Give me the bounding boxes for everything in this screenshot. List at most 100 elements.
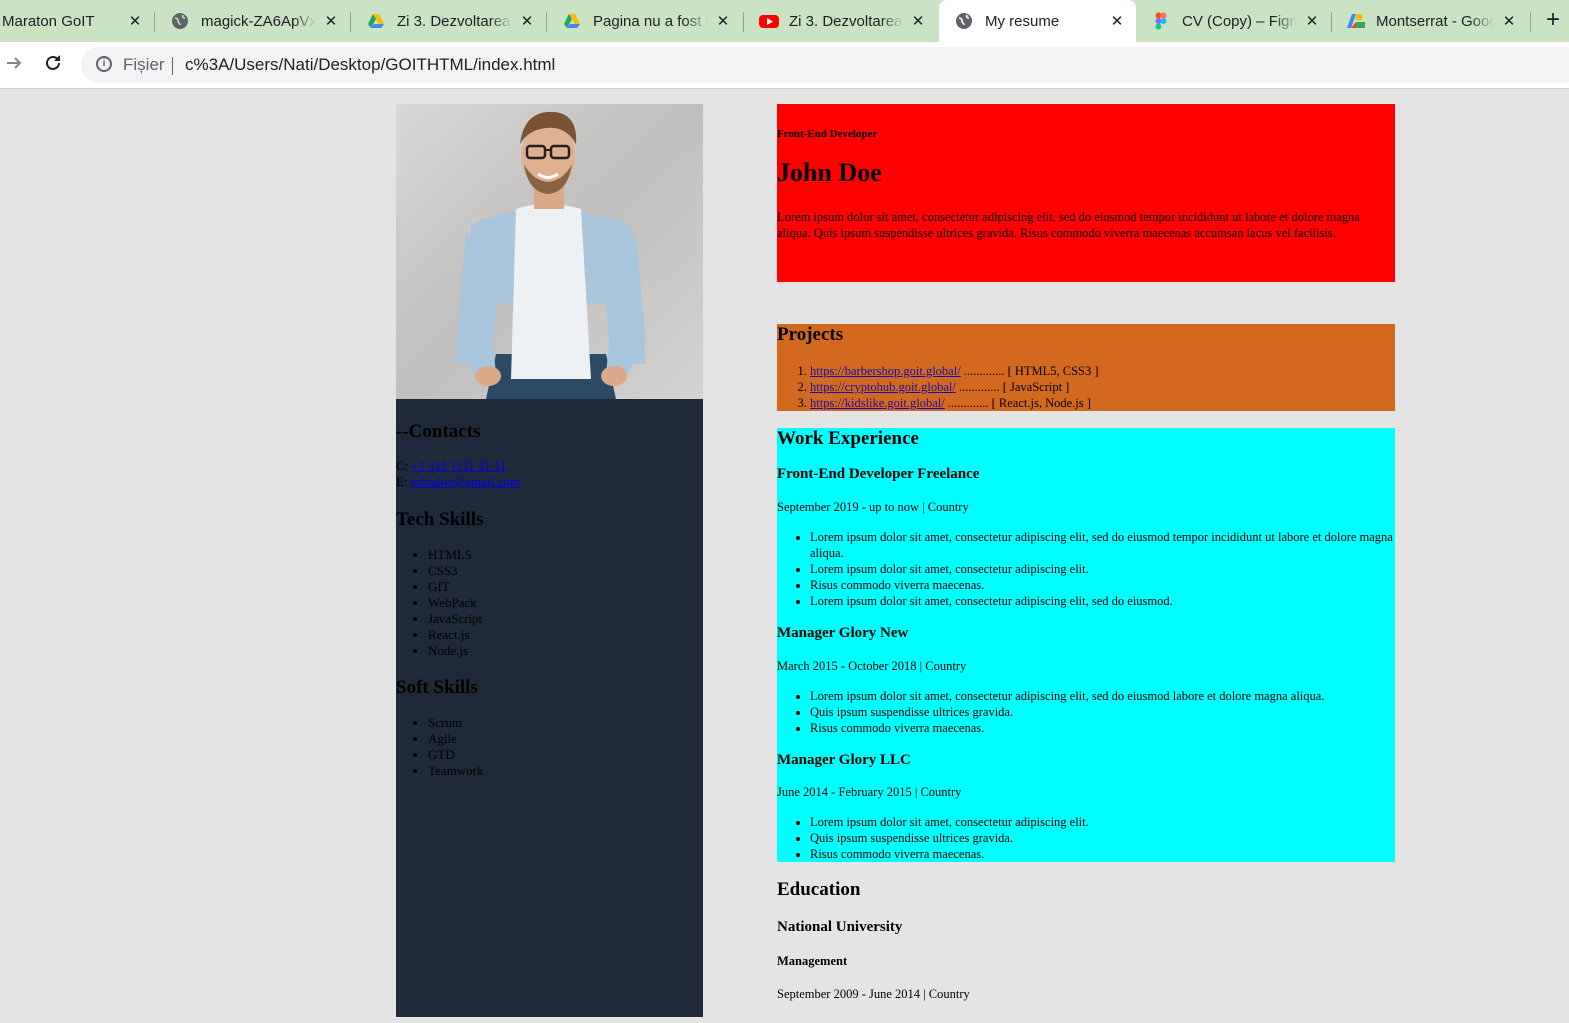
duty-item: Lorem ipsum dolor sit amet, consectetur … xyxy=(810,814,1395,830)
close-tab-icon[interactable]: ✕ xyxy=(909,12,927,30)
project-tech: [ React.js, Node.js ] xyxy=(991,396,1091,410)
figma-icon xyxy=(1152,12,1170,30)
field-of-study: Management xyxy=(777,954,848,968)
tab-my-resume[interactable]: My resume ✕ xyxy=(939,0,1136,42)
skill-item: Scrum xyxy=(428,715,483,731)
tab-montserrat-google-fonts[interactable]: Montserrat - Google Fonts ✕ xyxy=(1332,0,1528,42)
email-line: E: johndoe@gmail.com xyxy=(396,474,520,490)
contacts-panel: --Contacts C: +1 111 1111 11 11 E: johnd… xyxy=(396,399,703,1017)
projects-heading: Projects xyxy=(777,324,844,345)
projects-section: Projects https://barbershop.goit.global/… xyxy=(777,324,1395,411)
close-tab-icon[interactable]: ✕ xyxy=(1500,12,1518,30)
project-dots: ............. xyxy=(955,380,1003,394)
tech-skills-heading: Tech Skills xyxy=(396,509,484,530)
tab-zi3-youtube[interactable]: Zi 3. Dezvoltarea ✕ xyxy=(744,0,937,42)
tab-divider xyxy=(1530,12,1531,32)
globe-icon xyxy=(171,12,189,30)
skill-item: Agile xyxy=(428,731,483,747)
work-heading: Work Experience xyxy=(777,428,919,449)
hero-section: Front-End Developer John Doe Lorem ipsum… xyxy=(777,104,1395,282)
skill-item: GIT xyxy=(428,579,482,595)
security-label[interactable]: Fișier xyxy=(123,55,165,75)
tab-title: Montserrat - Google Fonts xyxy=(1376,12,1494,30)
soft-skills-heading: Soft Skills xyxy=(396,677,478,698)
duty-item: Risus commodo viverra maecenas. xyxy=(810,720,1395,736)
duty-item: Lorem ipsum dolor sit amet, consectetur … xyxy=(810,688,1395,704)
skill-item: Node.js xyxy=(428,643,482,659)
tab-title: Zi 3. Dezvoltarea xyxy=(397,12,511,30)
tab-page-not-found[interactable]: Pagina nu a fost găsită ✕ xyxy=(547,0,742,42)
email-link[interactable]: johndoe@gmail.com xyxy=(411,474,520,489)
job-role: Manager Glory LLC xyxy=(777,752,911,768)
phone-link[interactable]: +1 111 1111 11 11 xyxy=(412,458,507,473)
skill-item: CSS3 xyxy=(428,563,482,579)
resume-page: --Contacts C: +1 111 1111 11 11 E: johnd… xyxy=(0,89,1569,1023)
tab-title: Zi 3. Dezvoltarea xyxy=(789,12,903,30)
forward-arrow-icon[interactable] xyxy=(4,53,24,79)
project-dots: ............. xyxy=(960,364,1008,378)
close-tab-icon[interactable]: ✕ xyxy=(1303,12,1321,30)
education-period: September 2009 - June 2014 | Country xyxy=(777,987,970,1001)
tab-zi3-drive[interactable]: Zi 3. Dezvoltarea ✕ xyxy=(351,0,546,42)
job-period: June 2014 - February 2015 | Country xyxy=(777,785,962,799)
project-tech: [ HTML5, CSS3 ] xyxy=(1007,364,1099,378)
job-duties: Lorem ipsum dolor sit amet, consectetur … xyxy=(777,814,1395,862)
tab-title: My resume xyxy=(985,12,1060,30)
education-heading: Education xyxy=(777,879,861,900)
person-name: John Doe xyxy=(777,158,882,187)
job-period: September 2019 - up to now | Country xyxy=(777,500,969,514)
project-link[interactable]: https://kidslike.goit.global/ xyxy=(810,396,945,410)
skill-item: Teamwork xyxy=(428,763,483,779)
new-tab-button[interactable]: + xyxy=(1546,8,1560,32)
skill-item: WebPack xyxy=(428,595,482,611)
project-tech: [ JavaScript ] xyxy=(1002,380,1070,394)
project-dots: ............. xyxy=(944,396,992,410)
duty-item: Quis ipsum suspendisse ultrices gravida. xyxy=(810,704,1395,720)
tab-title: Maraton GoIT xyxy=(2,12,95,30)
soft-skills-list: Scrum Agile GTD Teamwork xyxy=(396,715,483,779)
skill-item: GTD xyxy=(428,747,483,763)
tab-strip: Maraton GoIT ✕ magick-ZA6ApVxI ✕ Zi 3. D… xyxy=(0,0,1569,42)
tab-cv-figma[interactable]: CV (Copy) – Figma ✕ xyxy=(1136,0,1331,42)
skill-item: React.js xyxy=(428,627,482,643)
duty-item: Lorem ipsum dolor sit amet, consectetur … xyxy=(810,561,1395,577)
skill-item: JavaScript xyxy=(428,611,482,627)
sidebar: --Contacts C: +1 111 1111 11 11 E: johnd… xyxy=(396,104,703,1017)
reload-icon[interactable] xyxy=(43,53,63,79)
info-icon[interactable]: i xyxy=(96,56,112,72)
phone-line: C: +1 111 1111 11 11 xyxy=(396,458,507,474)
project-item: https://kidslike.goit.global/ ..........… xyxy=(810,395,1099,411)
email-prefix: E: xyxy=(396,474,408,489)
job-period: March 2015 - October 2018 | Country xyxy=(777,659,967,673)
about-text: Lorem ipsum dolor sit amet, consectetur … xyxy=(777,210,1360,240)
tab-title: magick-ZA6ApVxI xyxy=(201,12,316,30)
projects-list: https://barbershop.goit.global/ ........… xyxy=(777,363,1099,411)
globe-icon xyxy=(955,12,973,30)
close-tab-icon[interactable]: ✕ xyxy=(518,12,536,30)
project-link[interactable]: https://barbershop.goit.global/ xyxy=(810,364,961,378)
google-fonts-icon xyxy=(1346,12,1365,30)
tab-maraton-goit[interactable]: Maraton GoIT ✕ xyxy=(0,0,154,42)
close-tab-icon[interactable]: ✕ xyxy=(126,12,144,30)
job-duties: Lorem ipsum dolor sit amet, consectetur … xyxy=(777,688,1395,736)
job-title: Front-End Developer xyxy=(777,128,878,140)
duty-item: Risus commodo viverra maecenas. xyxy=(810,846,1395,862)
tab-title: Pagina nu a fost găsită xyxy=(593,12,708,30)
project-item: https://cryptohub.goit.global/ .........… xyxy=(810,379,1099,395)
close-tab-icon[interactable]: ✕ xyxy=(1108,12,1126,30)
close-tab-icon[interactable]: ✕ xyxy=(322,12,340,30)
google-drive-icon xyxy=(563,12,581,30)
url-text[interactable]: c%3A/Users/Nati/Desktop/GOITHTML/index.h… xyxy=(185,55,555,75)
school-name: National University xyxy=(777,919,903,935)
tech-skills-list: HTML5 CSS3 GIT WebPack JavaScript React.… xyxy=(396,547,482,659)
project-item: https://barbershop.goit.global/ ........… xyxy=(810,363,1099,379)
youtube-icon xyxy=(759,12,779,30)
address-divider xyxy=(172,57,173,75)
tab-title: CV (Copy) – Figma xyxy=(1182,12,1297,30)
tab-magick[interactable]: magick-ZA6ApVxI ✕ xyxy=(155,0,350,42)
profile-photo xyxy=(396,104,703,399)
close-tab-icon[interactable]: ✕ xyxy=(714,12,732,30)
job-role: Front-End Developer Freelance xyxy=(777,466,980,482)
project-link[interactable]: https://cryptohub.goit.global/ xyxy=(810,380,956,394)
contacts-heading: --Contacts xyxy=(396,421,481,442)
